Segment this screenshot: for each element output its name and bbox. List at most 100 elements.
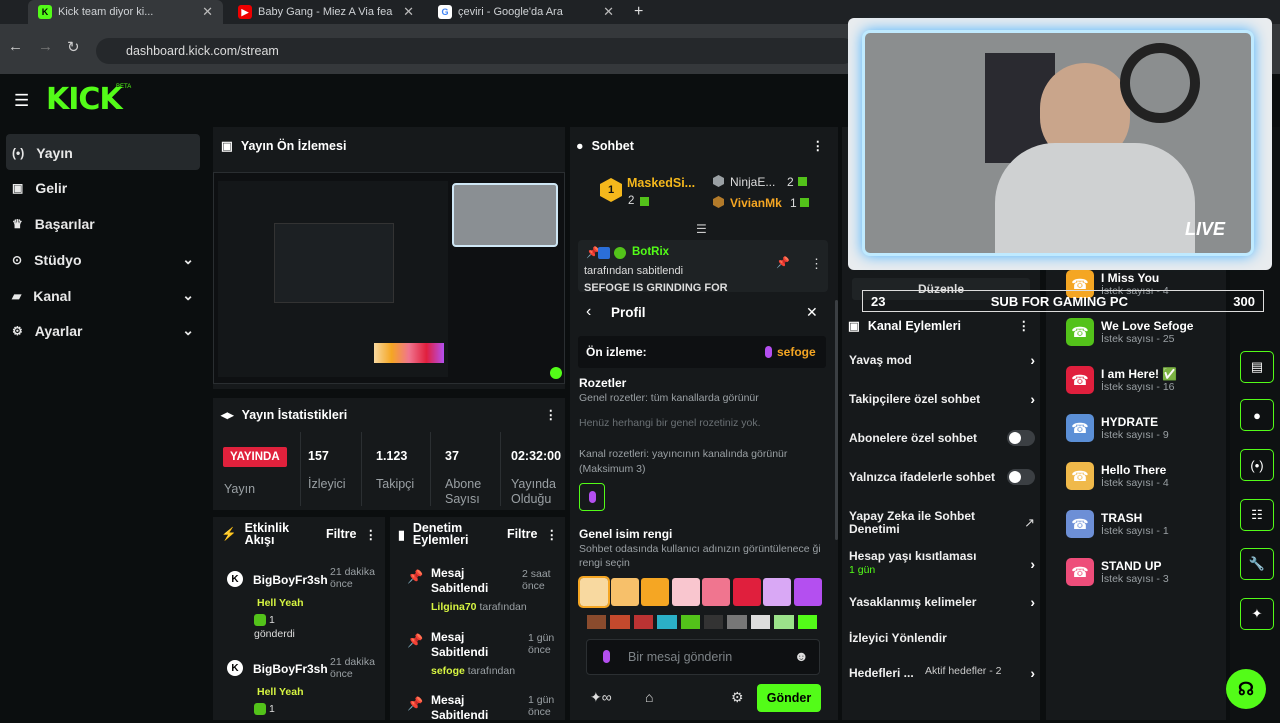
gift-icon xyxy=(254,703,266,715)
chevron-right-icon[interactable]: › xyxy=(1030,391,1035,407)
more-icon[interactable]: ⋮ xyxy=(545,407,558,422)
more-icon[interactable]: ⋮ xyxy=(546,527,559,542)
back-icon[interactable]: ‹ xyxy=(586,303,591,321)
filter-button[interactable]: Filtre xyxy=(507,527,538,541)
more-icon[interactable]: ⋮ xyxy=(812,138,825,153)
studio-icon: ⊙ xyxy=(12,252,23,267)
gear-icon[interactable]: ⚙ xyxy=(731,689,744,706)
reload-icon[interactable]: ↻ xyxy=(67,38,80,56)
help-icon[interactable]: ☊ xyxy=(1226,669,1266,709)
close-icon[interactable]: ✕ xyxy=(603,4,614,20)
back-icon[interactable]: ← xyxy=(8,38,23,55)
close-icon[interactable]: ✕ xyxy=(202,4,213,20)
unpin-icon[interactable]: 📌 xyxy=(776,256,790,269)
browser-tab-youtube[interactable]: ▶ Baby Gang - Miez A Via fea ✕ xyxy=(228,0,424,24)
emote-icon[interactable] xyxy=(657,615,677,629)
leader-name[interactable]: MaskedSi... xyxy=(627,176,695,190)
chevron-right-icon[interactable]: › xyxy=(1030,594,1035,610)
forward-icon[interactable]: → xyxy=(38,38,53,55)
channel-action-row[interactable]: Hedefleri ... Aktif hedefler - 2 › xyxy=(849,665,1035,681)
emote-icon[interactable] xyxy=(587,615,607,629)
wrench-toolbar-icon[interactable]: 🔧 xyxy=(1240,548,1274,580)
nav-item-ayarlar[interactable]: ⚙ Ayarlar ⌄ xyxy=(12,322,194,339)
channel-action-row[interactable]: Yavaş mod › xyxy=(849,352,1035,368)
channel-action-row[interactable]: Hesap yaşı kısıtlaması 1 gün › xyxy=(849,550,1035,577)
chevron-right-icon[interactable]: › xyxy=(1030,556,1035,572)
color-swatch[interactable] xyxy=(732,578,761,606)
menu-icon[interactable]: ☰ xyxy=(14,91,29,111)
browser-tab-google[interactable]: G çeviri - Google'da Ara ✕ xyxy=(428,0,624,24)
emote-icon[interactable] xyxy=(727,615,747,629)
color-swatch[interactable] xyxy=(702,578,730,606)
filter-button[interactable]: Filtre xyxy=(326,527,357,541)
broadcast-toolbar-icon[interactable]: (•) xyxy=(1240,449,1274,481)
color-swatch[interactable] xyxy=(793,578,822,606)
stream-preview-video[interactable] xyxy=(213,172,565,384)
nav-item-studyo[interactable]: ⊙ Stüdyo ⌄ xyxy=(12,251,194,268)
pinned-user[interactable]: BotRix xyxy=(632,246,669,258)
reward-title: STAND UP xyxy=(1101,559,1162,573)
more-icon[interactable]: ⋮ xyxy=(810,256,823,272)
url-field[interactable]: dashboard.kick.com/stream xyxy=(96,38,856,64)
activity-user[interactable]: BigBoyFr3sh xyxy=(253,573,328,587)
more-icon[interactable]: ⋮ xyxy=(1018,318,1031,333)
chevron-right-icon[interactable]: › xyxy=(1030,352,1035,368)
reward-item[interactable]: ☎ We Love Sefoge İstek sayısı - 25 xyxy=(1066,318,1226,346)
channel-badge-slot[interactable] xyxy=(579,483,605,511)
mod-by-user[interactable]: sefoge xyxy=(431,665,465,677)
emoji-icon[interactable]: ☻ xyxy=(794,648,809,664)
toggle-switch[interactable] xyxy=(1007,469,1035,485)
emote-icon[interactable] xyxy=(750,615,771,629)
nav-item-kanal[interactable]: ▰ Kanal ⌄ xyxy=(12,287,194,304)
emote-icon[interactable] xyxy=(633,615,654,629)
channel-action-row[interactable]: Yasaklanmış kelimeler › xyxy=(849,594,1035,610)
reward-item[interactable]: ☎ TRASH İstek sayısı - 1 xyxy=(1066,510,1226,538)
nav-item-yayin[interactable]: (•) Yayın xyxy=(12,145,73,161)
new-tab-icon[interactable]: + xyxy=(634,3,643,21)
more-icon[interactable]: ⋮ xyxy=(365,527,378,542)
channel-action-row[interactable]: Yalnızca ifadelerle sohbet xyxy=(849,469,1035,485)
gift-icon xyxy=(798,177,807,186)
emote-icon[interactable] xyxy=(610,615,630,629)
leader-name[interactable]: NinjaE... xyxy=(730,175,775,189)
scrollbar[interactable] xyxy=(835,300,838,540)
notes-icon[interactable]: ▤ xyxy=(1240,351,1274,383)
kick-logo[interactable]: KICK xyxy=(46,82,123,117)
nav-item-gelir[interactable]: ▣ Gelir xyxy=(12,180,67,196)
channel-action-row[interactable]: Abonelere özel sohbet xyxy=(849,430,1035,446)
color-swatch[interactable] xyxy=(671,578,700,606)
mod-by-user[interactable]: Lilgina70 xyxy=(431,601,477,613)
emote-icon[interactable] xyxy=(680,615,701,629)
channel-action-row[interactable]: Takipçilere özel sohbet › xyxy=(849,391,1035,407)
chat-input[interactable]: Bir mesaj gönderin ☻ xyxy=(586,639,820,675)
reward-item[interactable]: ☎ Hello There İstek sayısı - 4 xyxy=(1066,462,1226,490)
store-icon[interactable]: ⌂ xyxy=(645,689,653,705)
color-swatch[interactable] xyxy=(578,576,610,608)
collapse-icon[interactable]: ☰ xyxy=(696,222,707,236)
channel-action-row[interactable]: Yapay Zeka ile Sohbet Denetimi ↗ xyxy=(849,510,1035,536)
channel-action-row[interactable]: İzleyici Yönlendir xyxy=(849,632,1035,645)
color-swatch[interactable] xyxy=(610,578,639,606)
reward-item[interactable]: ☎ HYDRATE İstek sayısı - 9 xyxy=(1066,414,1226,442)
emote-icon[interactable] xyxy=(774,615,794,629)
leader-name[interactable]: VivianMk xyxy=(730,196,782,210)
reward-item[interactable]: ☎ I am Here! ✅ İstek sayısı - 16 xyxy=(1066,366,1226,394)
chat-bubble-icon[interactable]: ● xyxy=(1240,399,1274,431)
activity-user[interactable]: BigBoyFr3sh xyxy=(253,662,328,676)
chevron-right-icon[interactable]: › xyxy=(1030,665,1035,681)
external-link-icon[interactable]: ↗ xyxy=(1024,515,1035,531)
nav-item-basarilar[interactable]: ♛ Başarılar xyxy=(12,216,95,232)
toggle-switch[interactable] xyxy=(1007,430,1035,446)
emote-icon[interactable] xyxy=(797,615,818,629)
color-swatch[interactable] xyxy=(641,578,669,606)
apps-icon[interactable]: ✦ xyxy=(1240,598,1274,630)
send-button[interactable]: Gönder xyxy=(757,684,821,712)
close-icon[interactable]: ✕ xyxy=(806,304,818,321)
browser-tab-kick[interactable]: K Kick team diyor ki... ✕ xyxy=(28,0,223,24)
layout-icon[interactable]: ☷ xyxy=(1240,499,1274,531)
infinity-icon[interactable]: ✦∞ xyxy=(590,689,612,706)
emote-icon[interactable] xyxy=(704,615,724,629)
reward-item[interactable]: ☎ STAND UP İstek sayısı - 3 xyxy=(1066,558,1226,586)
close-icon[interactable]: ✕ xyxy=(403,4,414,20)
color-swatch[interactable] xyxy=(763,578,791,606)
